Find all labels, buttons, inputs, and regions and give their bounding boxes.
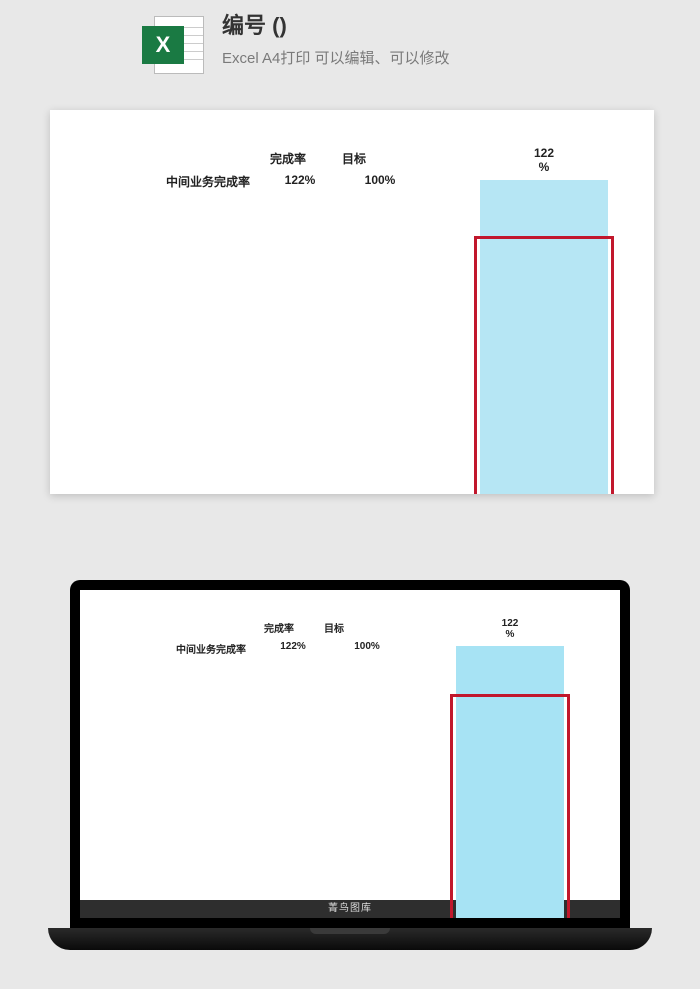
excel-file-icon: X	[142, 12, 208, 78]
value-target: 100%	[340, 641, 394, 656]
excel-x-glyph: X	[156, 32, 171, 58]
data-table: 完成率 目标 中间业务完成率 122% 100%	[140, 620, 394, 656]
col-header-target: 目标	[324, 620, 344, 635]
bar-chart: 122 %	[474, 146, 614, 494]
target-bar	[450, 694, 570, 918]
col-header-target: 目标	[342, 150, 366, 167]
laptop-base	[48, 928, 652, 950]
value-completion: 122%	[266, 641, 320, 656]
header: X 编号 () Excel A4打印 可以编辑、可以修改	[0, 0, 700, 78]
bar-data-label: 122 %	[474, 146, 614, 174]
template-preview-card: 完成率 目标 中间业务完成率 122% 100% 122 %	[50, 110, 654, 494]
bar-chart: 122 %	[450, 618, 570, 918]
col-header-completion: 完成率	[270, 150, 306, 167]
bar-data-label: 122 %	[450, 618, 570, 640]
row-label: 中间业务完成率	[130, 173, 250, 190]
target-bar	[474, 236, 614, 494]
page-title: 编号 ()	[222, 12, 450, 41]
value-completion: 122%	[270, 173, 330, 190]
laptop-mockup: 完成率 目标 中间业务完成率 122% 100% 122 %	[70, 580, 630, 950]
row-label: 中间业务完成率	[140, 641, 246, 656]
data-table: 完成率 目标 中间业务完成率 122% 100%	[130, 150, 410, 190]
value-target: 100%	[350, 173, 410, 190]
page-subtitle: Excel A4打印 可以编辑、可以修改	[222, 47, 450, 68]
col-header-completion: 完成率	[264, 620, 294, 635]
